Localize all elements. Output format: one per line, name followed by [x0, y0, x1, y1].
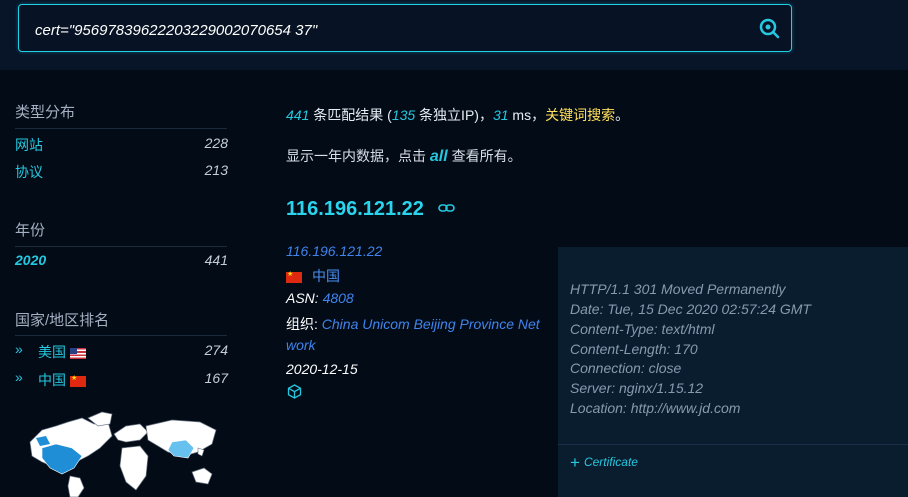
- total-count: 441: [286, 107, 310, 123]
- header-line: Content-Length: 170: [570, 341, 698, 357]
- filter-item-website[interactable]: 网站 228: [15, 133, 228, 153]
- filter-label[interactable]: 协议: [15, 162, 43, 182]
- summary-text: 条匹配结果 (: [309, 107, 392, 123]
- search-input[interactable]: [33, 18, 737, 42]
- world-map[interactable]: [22, 352, 220, 497]
- header-line: Location: http://www.jd.com: [570, 400, 741, 416]
- filter-count: 441: [204, 252, 228, 268]
- keyword-search-link[interactable]: 关键词搜索: [545, 107, 615, 123]
- summary-text: 。: [615, 107, 630, 123]
- result-country[interactable]: 中国: [286, 266, 340, 286]
- divider: [15, 246, 227, 247]
- result-ip-title[interactable]: 116.196.121.22: [286, 198, 424, 221]
- certificate-label[interactable]: Certificate: [584, 455, 638, 469]
- result-ip-link[interactable]: 116.196.121.22: [286, 243, 382, 259]
- summary-text: 条独立IP)，: [415, 107, 493, 123]
- summary-text: ms，: [508, 107, 546, 123]
- org-line: 组织: China Unicom Beijing Province Net: [286, 314, 540, 334]
- filter-label[interactable]: 网站: [15, 135, 43, 155]
- http-header-panel: HTTP/1.1 301 Moved Permanently Date: Tue…: [558, 247, 908, 497]
- divider: [15, 128, 227, 129]
- time-range-notice: 显示一年内数据，点击 all 查看所有。: [286, 146, 522, 166]
- search-icon[interactable]: [758, 17, 780, 39]
- asn-link[interactable]: 4808: [323, 290, 354, 306]
- org-link-continued[interactable]: work: [286, 337, 316, 353]
- notice-text: 显示一年内数据，点击: [286, 148, 430, 164]
- header-line: HTTP/1.1 301 Moved Permanently: [570, 281, 786, 297]
- year-section-title: 年份: [15, 222, 46, 239]
- filter-label[interactable]: 2020: [15, 252, 46, 268]
- type-section-title: 类型分布: [15, 104, 76, 121]
- header-line: Server: nginx/1.15.12: [570, 380, 704, 396]
- cn-flag-icon: [286, 270, 302, 283]
- filter-item-year-2020[interactable]: 2020 441: [15, 250, 228, 270]
- result-date: 2020-12-15: [286, 361, 358, 377]
- result-summary: 441 条匹配结果 (135 条独立IP)，31 ms，关键词搜索。: [286, 105, 629, 125]
- org-link[interactable]: China Unicom Beijing Province Net: [322, 316, 540, 332]
- unique-ip-count: 135: [391, 107, 416, 123]
- link-icon[interactable]: [438, 203, 455, 213]
- plus-icon: +: [570, 453, 580, 472]
- top-bar: [0, 0, 908, 70]
- query-time: 31: [492, 107, 509, 123]
- asn-label: ASN:: [286, 290, 323, 306]
- divider: [15, 335, 227, 336]
- header-line: Connection: close: [570, 360, 682, 376]
- search-box[interactable]: [18, 4, 792, 52]
- filter-item-protocol[interactable]: 协议 213: [15, 160, 228, 180]
- divider: [558, 444, 908, 445]
- filter-count: 228: [204, 135, 228, 151]
- country-section-title: 国家/地区排名: [15, 312, 110, 329]
- notice-text: 查看所有。: [447, 148, 522, 164]
- country-name[interactable]: 中国: [312, 268, 340, 284]
- filter-count: 213: [204, 162, 228, 178]
- certificate-toggle[interactable]: + Certificate: [570, 453, 638, 473]
- asn-line: ASN: 4808: [286, 290, 354, 306]
- org-label: 组织:: [286, 316, 322, 332]
- header-line: Date: Tue, 15 Dec 2020 02:57:24 GMT: [570, 301, 811, 317]
- cube-icon[interactable]: [287, 384, 302, 399]
- show-all-link[interactable]: all: [430, 148, 448, 165]
- header-line: Content-Type: text/html: [570, 321, 715, 337]
